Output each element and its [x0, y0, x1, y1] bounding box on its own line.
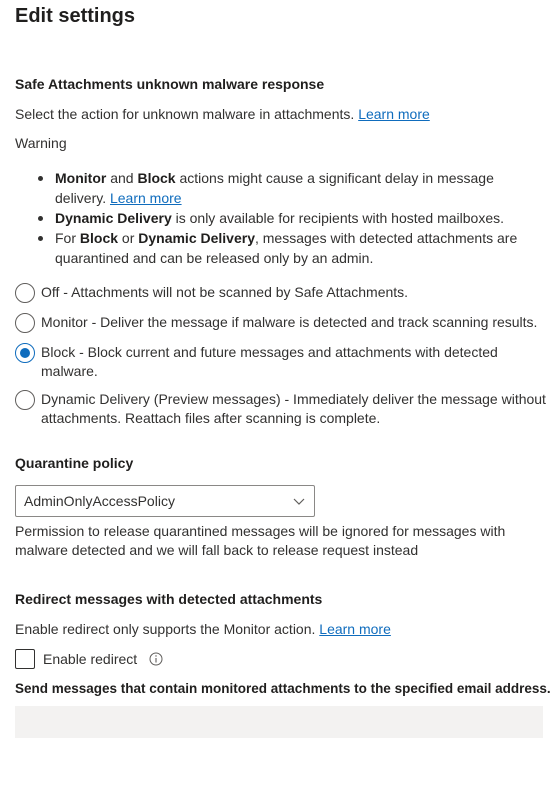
- text: is only available for recipients with ho…: [171, 210, 505, 226]
- warning-item-1: Monitor and Block actions might cause a …: [38, 168, 535, 208]
- description-text: Enable redirect only supports the Monito…: [15, 621, 316, 637]
- enable-redirect-label: Enable redirect: [43, 651, 138, 667]
- redirect-heading: Redirect messages with detected attachme…: [15, 591, 323, 607]
- bullet-icon: [38, 176, 43, 181]
- radio-label: Monitor - Deliver the message if malware…: [41, 314, 538, 330]
- bold-text: Monitor: [55, 170, 107, 186]
- learn-more-link[interactable]: Learn more: [358, 106, 430, 122]
- quarantine-policy-select[interactable]: AdminOnlyAccessPolicy: [15, 485, 315, 517]
- quarantine-note: Permission to release quarantined messag…: [15, 523, 506, 558]
- radio-button[interactable]: [15, 283, 35, 303]
- enable-redirect-row[interactable]: Enable redirect: [15, 649, 163, 669]
- warning-learn-more-link[interactable]: Learn more: [110, 190, 182, 206]
- radio-option-off[interactable]: Off - Attachments will not be scanned by…: [15, 283, 550, 303]
- safe-attachments-description: Select the action for unknown malware in…: [15, 105, 430, 124]
- text: and: [106, 170, 138, 186]
- chevron-down-icon: [293, 498, 305, 505]
- redirect-description: Enable redirect only supports the Monito…: [15, 620, 391, 639]
- redirect-email-field[interactable]: [15, 706, 543, 738]
- text: or: [118, 230, 139, 246]
- warning-label: Warning: [15, 135, 67, 151]
- radio-option-monitor[interactable]: Monitor - Deliver the message if malware…: [15, 313, 550, 333]
- radio-button[interactable]: [15, 390, 35, 410]
- warning-list: Monitor and Block actions might cause a …: [38, 168, 535, 268]
- redirect-learn-more-link[interactable]: Learn more: [319, 621, 391, 637]
- bold-text: Block: [137, 170, 176, 186]
- radio-label: Dynamic Delivery (Preview messages) - Im…: [41, 391, 546, 426]
- warning-item-2: Dynamic Delivery is only available for r…: [38, 208, 535, 228]
- bold-text: Dynamic Delivery: [138, 230, 255, 246]
- bullet-icon: [38, 236, 43, 241]
- page-title: Edit settings: [15, 5, 136, 27]
- description-text: Select the action for unknown malware in…: [15, 106, 355, 122]
- bold-text: Block: [79, 230, 119, 246]
- radio-option-dynamic-delivery[interactable]: Dynamic Delivery (Preview messages) - Im…: [15, 390, 550, 428]
- radio-label: Off - Attachments will not be scanned by…: [41, 284, 409, 300]
- text: For: [55, 230, 80, 246]
- safe-attachments-heading: Safe Attachments unknown malware respons…: [15, 76, 325, 92]
- select-value: AdminOnlyAccessPolicy: [24, 493, 175, 509]
- bold-text: Dynamic Delivery: [55, 210, 172, 226]
- radio-button-selected[interactable]: [15, 343, 35, 363]
- radio-button[interactable]: [15, 313, 35, 333]
- radio-label: Block - Block current and future message…: [41, 344, 498, 379]
- radio-option-block[interactable]: Block - Block current and future message…: [15, 343, 550, 381]
- quarantine-policy-heading: Quarantine policy: [15, 455, 134, 471]
- enable-redirect-checkbox[interactable]: [15, 649, 35, 669]
- info-icon[interactable]: [149, 652, 163, 666]
- warning-item-3: For Block or Dynamic Delivery, messages …: [38, 228, 535, 268]
- email-field-label: Send messages that contain monitored att…: [15, 681, 551, 696]
- bullet-icon: [38, 216, 43, 221]
